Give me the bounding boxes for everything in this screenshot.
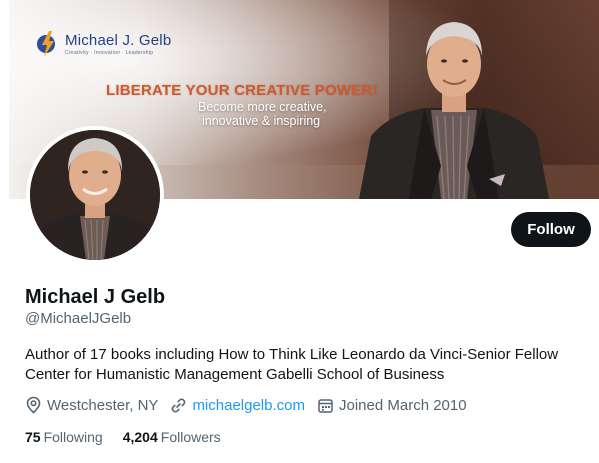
avatar-portrait (30, 130, 160, 260)
joined-item: Joined March 2010 (317, 397, 467, 414)
bio-line: Author of 17 books including How to Thin… (25, 346, 559, 363)
banner-subline-2: innovative & inspiring (202, 114, 321, 128)
link-icon (172, 397, 186, 413)
followers-label: Followers (160, 429, 221, 445)
banner-portrait (359, 22, 549, 199)
calendar-icon (318, 398, 333, 413)
follow-stats: 75 Following 4,204 Followers (25, 429, 241, 445)
joined-text: Joined March 2010 (339, 396, 467, 414)
followers-stat[interactable]: 4,204 Followers (123, 429, 221, 445)
followers-count: 4,204 (122, 429, 158, 445)
display-name: Michael J Gelb (25, 286, 166, 308)
following-count: 75 (25, 429, 41, 445)
banner-logo: Michael J. Gelb Creativity · Innovation … (37, 30, 171, 58)
follow-button[interactable]: Follow (511, 212, 591, 247)
map-pin-icon (26, 396, 41, 414)
website-item[interactable]: michaelgelb.com (170, 397, 305, 414)
profile-meta: Westchester, NY michaelgelb.com Joined M… (25, 396, 479, 414)
profile-bio: Author of 17 books including How to Thin… (25, 345, 585, 385)
user-handle: @MichaelJGelb (25, 310, 132, 327)
location-item: Westchester, NY (25, 396, 158, 414)
banner-subline-1: Become more creative, (198, 100, 327, 114)
website-link[interactable]: michaelgelb.com (192, 397, 305, 414)
logo-name: Michael J. Gelb (65, 32, 172, 49)
profile-avatar[interactable] (26, 126, 164, 264)
lightning-bolt-icon (37, 31, 55, 57)
following-label: Following (43, 429, 103, 445)
banner-headline: LIBERATE YOUR CREATIVE POWER! (106, 82, 378, 99)
following-stat[interactable]: 75 Following (25, 429, 103, 445)
location-text: Westchester, NY (47, 396, 159, 414)
bio-line: Center for Humanistic Management Gabelli… (25, 366, 445, 383)
logo-tagline: Creativity · Innovation · Leadership (65, 50, 154, 56)
